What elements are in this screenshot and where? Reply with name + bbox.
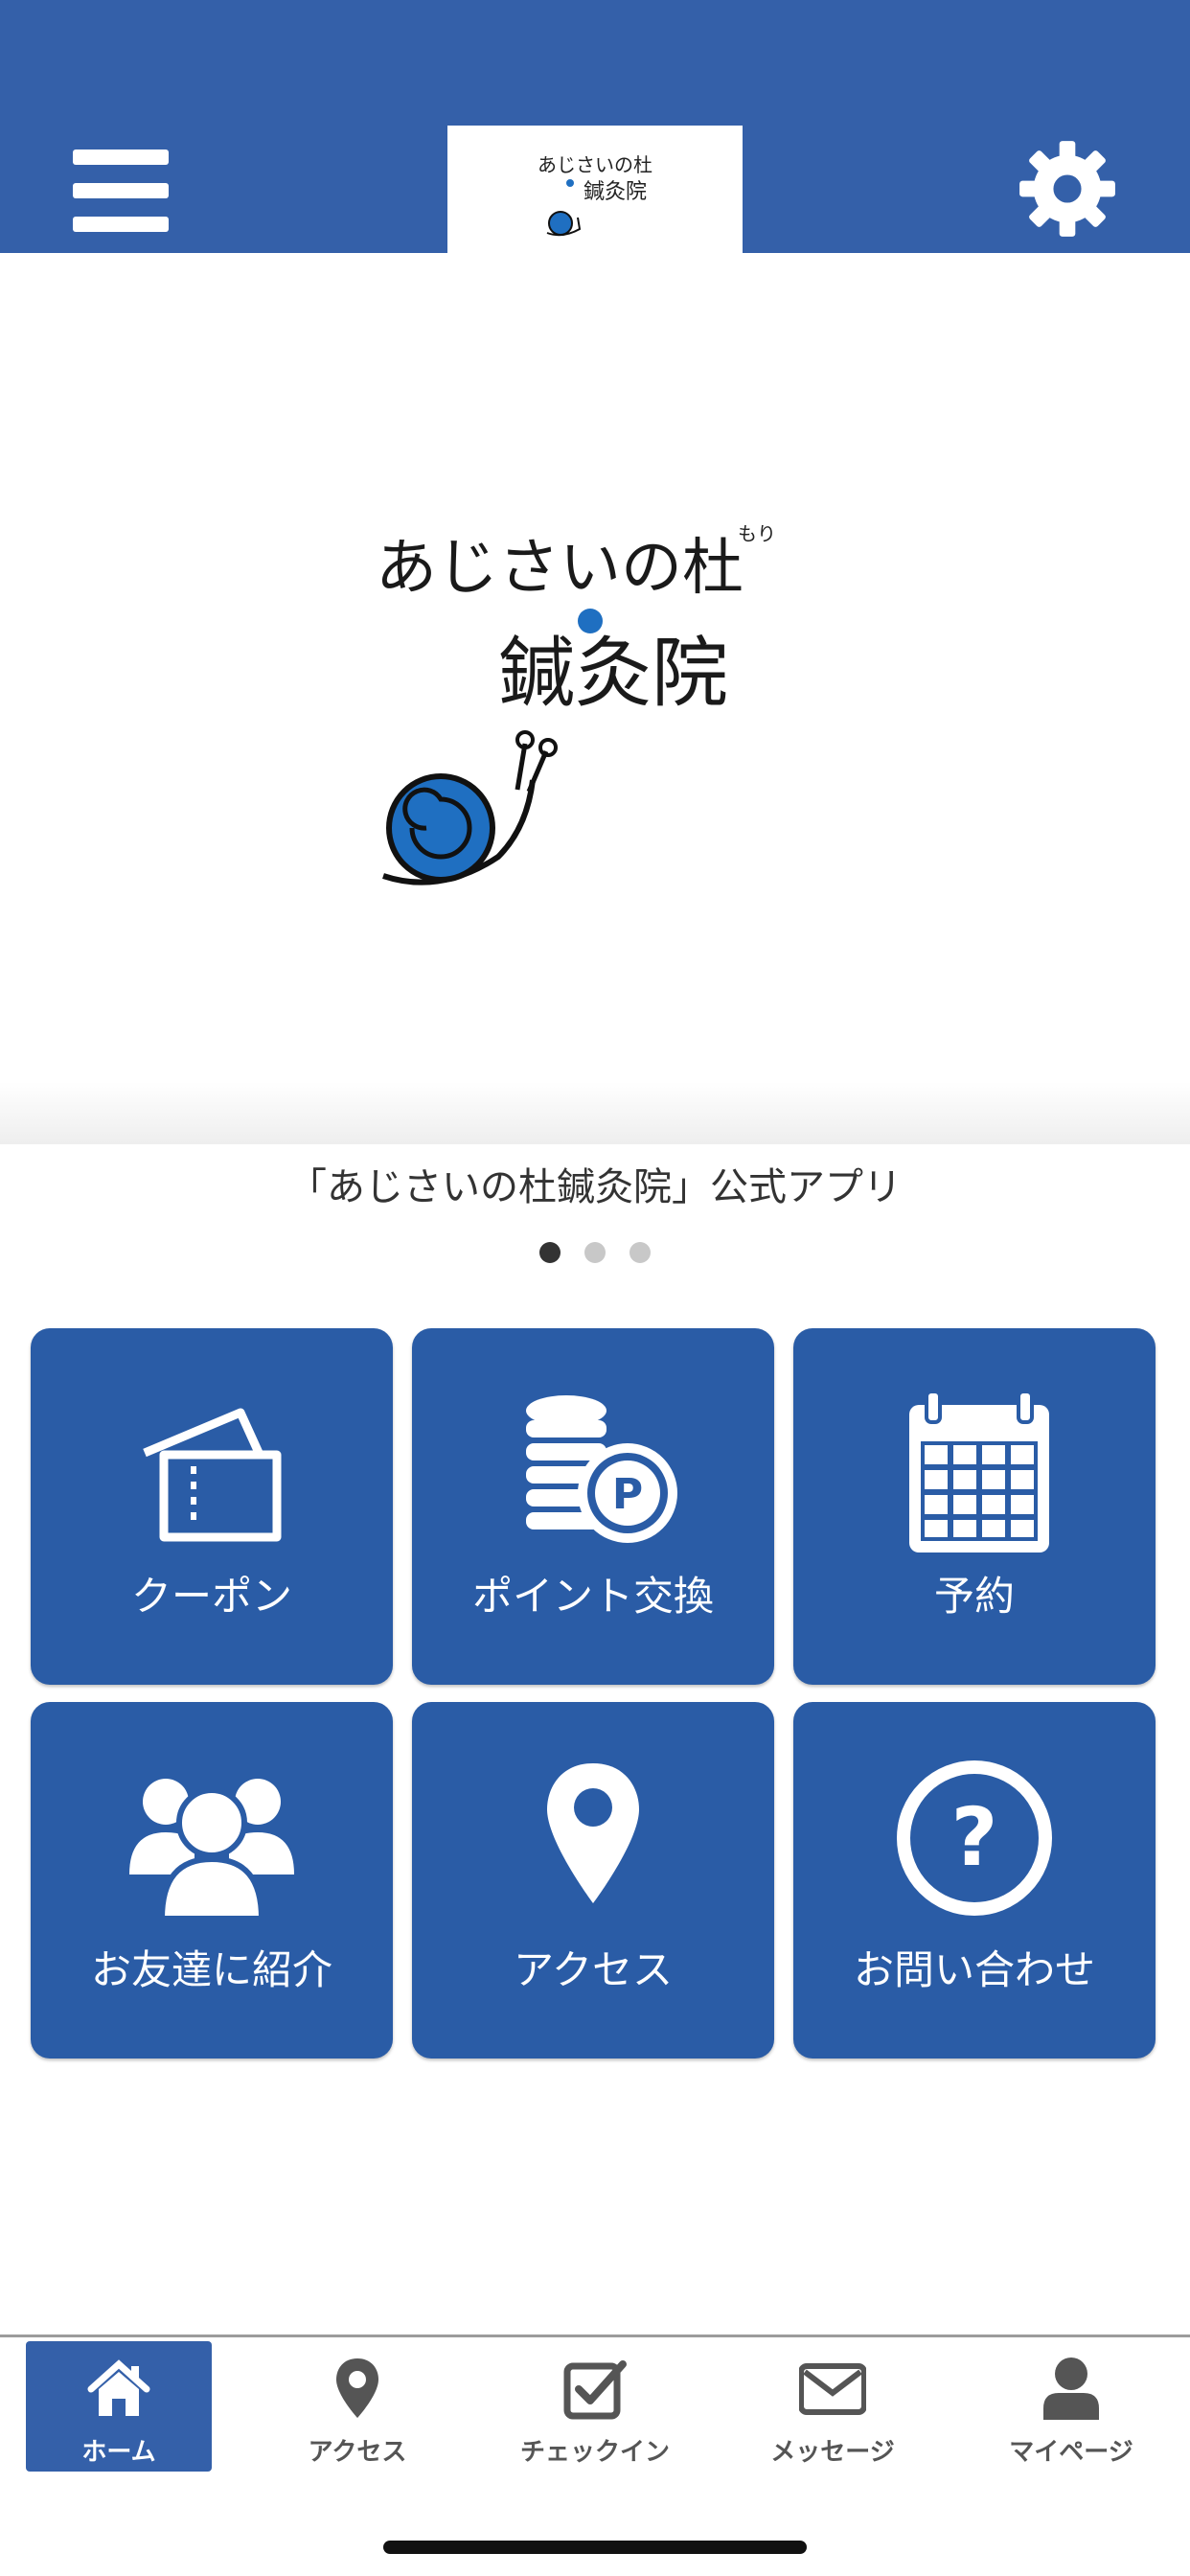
home-icon [87,2359,150,2416]
banner-caption: 「あじさいの杜鍼灸院」公式アプリ [288,1165,902,1209]
pager-dot-2[interactable] [584,1242,606,1263]
calendar-icon [909,1390,1049,1552]
tab-access[interactable]: アクセス [264,2341,450,2472]
menu-button[interactable] [73,150,169,232]
map-pin-icon [547,1763,639,1903]
header-logo-line1: あじさいの杜 [538,153,652,176]
access-label: アクセス [514,1946,673,1993]
tab-mypage-label: マイページ [1009,2438,1133,2467]
contact-tile[interactable]: ? お問い合わせ [793,1702,1156,2058]
envelope-icon [799,2363,866,2415]
coupon-tile[interactable]: クーポン [31,1328,393,1685]
question-circle-icon: ? [897,1760,1052,1916]
reservation-tile[interactable]: 予約 [793,1328,1156,1685]
logo-line1: あじさいの杜 [376,533,744,604]
hamburger-menu-icon [73,150,169,165]
pager-dot-1[interactable] [538,1242,561,1263]
group-users-icon [129,1779,294,1921]
clinic-logo: もり あじさいの杜 鍼灸院 [376,522,776,886]
svg-text:?: ? [951,1790,998,1884]
refer-friend-tile[interactable]: お友達に紹介 [31,1702,393,2058]
tab-message[interactable]: メッセージ [740,2341,926,2472]
points-exchange-label: ポイント交換 [471,1573,714,1620]
gear-icon [1019,141,1115,237]
tab-home-label: ホーム [81,2438,156,2467]
logo-line2: 鍼灸院 [498,629,728,718]
pager-dot-3[interactable] [629,1242,652,1263]
app-header: あじさいの杜 鍼灸院 [0,0,1190,253]
tab-mypage[interactable]: マイページ [978,2341,1164,2472]
logo-ruby: もり [738,522,776,545]
header-logo[interactable]: あじさいの杜 鍼灸院 [447,126,743,253]
map-pin-icon [336,2358,378,2418]
checkbox-icon [563,2360,627,2420]
tab-checkin-label: チェックイン [519,2438,670,2467]
snail-icon [548,211,573,236]
ticket-icon [143,1408,282,1542]
tab-message-label: メッセージ [770,2438,895,2467]
coin-stack-points-icon: P [526,1395,677,1543]
pager-dots[interactable] [0,1242,1190,1265]
coupon-label: クーポン [130,1573,292,1620]
tab-access-label: アクセス [308,2438,407,2467]
tab-checkin[interactable]: チェックイン [502,2341,688,2472]
access-tile[interactable]: アクセス [412,1702,774,2058]
tab-home[interactable]: ホーム [26,2341,212,2472]
header-logo-line2: 鍼灸院 [584,180,647,204]
svg-text:P: P [612,1470,643,1519]
reservation-label: 予約 [933,1573,1015,1620]
app-screen: あじさいの杜 鍼灸院 もり あじさいの杜 鍼灸院 「あじさいの杜鍼灸院」公式アプ… [0,0,1190,2576]
refer-friend-label: お友達に紹介 [90,1946,332,1993]
user-icon [1043,2358,1099,2420]
bottom-tab-bar: ホーム アクセス チェックイン メッセージ マイページ [0,2334,1190,2576]
header-logo-image: あじさいの杜 鍼灸院 [538,153,652,237]
snail-icon [382,730,558,886]
home-indicator[interactable] [383,2541,807,2554]
contact-label: お問い合わせ [853,1946,1095,1993]
menu-grid: クーポン P ポイント交換 予約 お友達に紹介 アクセス ? お問い合わせ [31,1328,1156,2058]
settings-button[interactable] [1018,139,1117,239]
points-exchange-tile[interactable]: P ポイント交換 [412,1328,774,1685]
hero-banner[interactable]: もり あじさいの杜 鍼灸院 [0,253,1190,1144]
